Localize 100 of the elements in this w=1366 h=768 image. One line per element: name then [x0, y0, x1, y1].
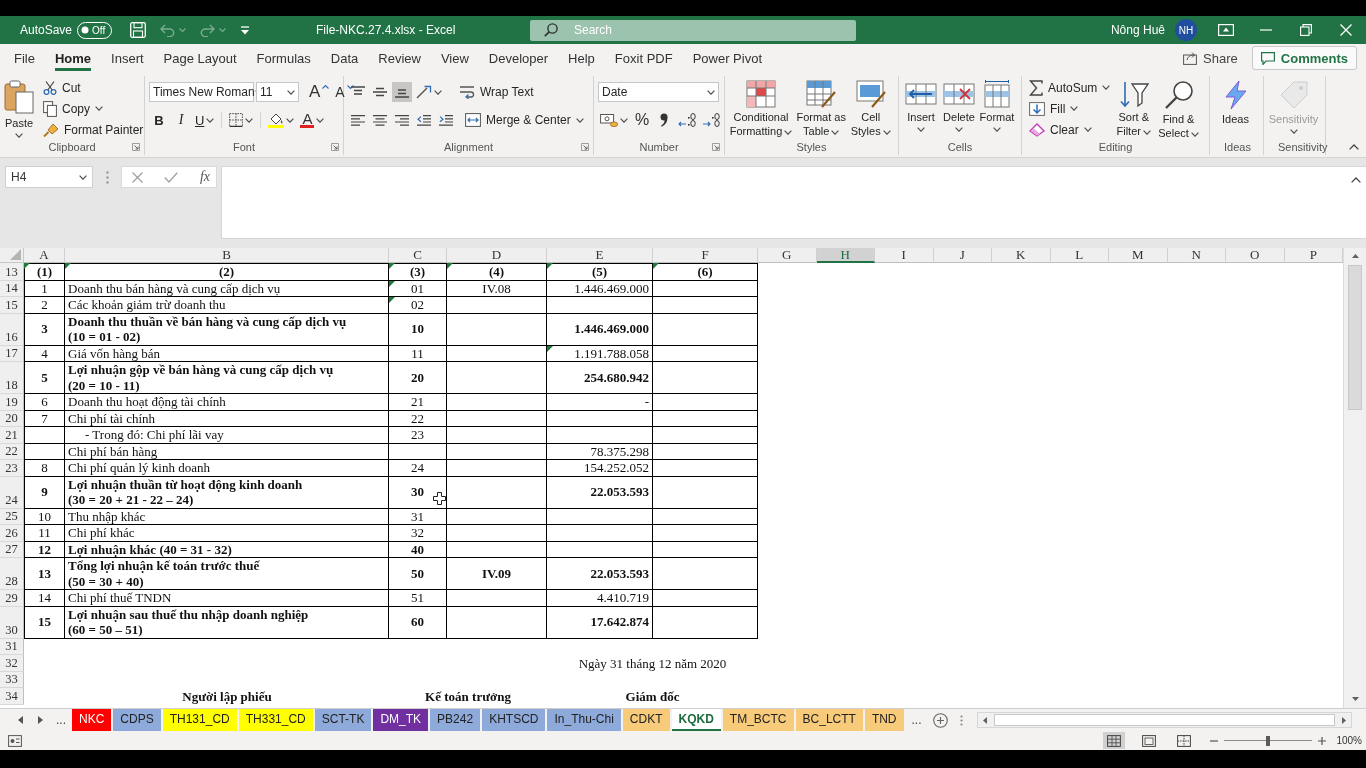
ribbon-tab[interactable]: Power Pivot: [692, 45, 763, 71]
dialog-launcher-button[interactable]: [130, 141, 142, 153]
increase-decimal-button[interactable]: [676, 110, 698, 130]
ribbon-tab[interactable]: File: [14, 45, 35, 71]
sort-filter-button[interactable]: Sort & Filter: [1115, 78, 1153, 138]
scrollbar-thumb[interactable]: [993, 714, 1335, 726]
column-header[interactable]: J: [933, 248, 992, 263]
format-as-table-button[interactable]: Format as Table: [795, 78, 848, 138]
user-avatar[interactable]: NH: [1175, 19, 1197, 41]
cut-button[interactable]: Cut: [40, 77, 147, 98]
sheet-tab[interactable]: CDKT: [622, 709, 670, 731]
comments-button[interactable]: Comments: [1251, 46, 1357, 70]
row-header[interactable]: 13: [0, 263, 24, 281]
increase-font-size-button[interactable]: A: [307, 82, 332, 102]
sheet-tab[interactable]: TND: [864, 709, 904, 731]
bold-button[interactable]: B: [149, 110, 169, 130]
column-header[interactable]: B: [65, 248, 389, 263]
italic-button[interactable]: I: [171, 110, 191, 130]
decrease-decimal-button[interactable]: [700, 110, 722, 130]
column-header[interactable]: O: [1226, 248, 1285, 263]
sheet-tab[interactable]: BC_LCTT: [795, 709, 863, 731]
conditional-formatting-button[interactable]: Conditional Formatting: [729, 78, 793, 138]
column-header[interactable]: I: [875, 248, 934, 263]
row-header[interactable]: 21: [0, 427, 24, 444]
column-header[interactable]: F: [653, 248, 758, 263]
row-header[interactable]: 29: [0, 590, 24, 607]
format-painter-button[interactable]: Format Painter: [40, 119, 147, 140]
sheet-tab[interactable]: TH131_CD: [162, 709, 237, 731]
ribbon-tab[interactable]: Developer: [488, 45, 549, 71]
more-sheets-button[interactable]: ...: [905, 709, 928, 731]
wrap-text-button[interactable]: Wrap Text: [456, 81, 537, 103]
cell-styles-button[interactable]: Cell Styles: [849, 78, 892, 138]
ribbon-tab[interactable]: Page Layout: [163, 45, 237, 71]
number-format-dropdown[interactable]: Date: [598, 82, 719, 102]
ribbon-tab[interactable]: Foxit PDF: [614, 45, 673, 71]
sheet-tab[interactable]: NKC: [72, 709, 112, 731]
row-header[interactable]: 16: [0, 313, 24, 346]
sheet-tab[interactable]: TM_BCTC: [722, 709, 794, 731]
row-header[interactable]: 18: [0, 362, 24, 394]
column-header[interactable]: A: [24, 248, 65, 263]
row-header[interactable]: 19: [0, 394, 24, 411]
dialog-launcher-button[interactable]: [579, 141, 591, 153]
underline-button[interactable]: U: [193, 110, 217, 130]
ribbon-tab[interactable]: Review: [378, 45, 421, 71]
ribbon-tab[interactable]: Help: [568, 45, 595, 71]
column-header[interactable]: N: [1167, 248, 1226, 263]
font-size-dropdown[interactable]: 11: [256, 82, 299, 102]
sheet-tab[interactable]: In_Thu-Chi: [547, 709, 621, 731]
column-header[interactable]: H: [816, 248, 875, 263]
row-header[interactable]: 26: [0, 525, 24, 542]
delete-cells-button[interactable]: Delete: [941, 78, 977, 132]
clear-button[interactable]: Clear: [1026, 119, 1114, 140]
paste-button[interactable]: Paste: [4, 78, 34, 138]
formula-input-field[interactable]: [221, 166, 1366, 239]
column-header[interactable]: M: [1109, 248, 1168, 263]
sheet-tab[interactable]: SCT-TK: [314, 709, 372, 731]
row-header[interactable]: 23: [0, 460, 24, 477]
column-header[interactable]: G: [758, 248, 817, 263]
format-cells-button[interactable]: Format: [979, 78, 1015, 132]
font-name-dropdown[interactable]: Times New Roman: [149, 82, 254, 102]
sheet-tab[interactable]: KQKD: [671, 709, 721, 731]
share-button[interactable]: Share: [1183, 46, 1238, 70]
column-header[interactable]: P: [1284, 248, 1343, 263]
autosum-button[interactable]: AutoSum: [1026, 77, 1114, 98]
dialog-launcher-button[interactable]: [710, 141, 722, 153]
sheet-tab[interactable]: CDPS: [113, 709, 161, 731]
row-header[interactable]: 28: [0, 558, 24, 590]
search-field[interactable]: Search: [530, 19, 856, 41]
column-header[interactable]: L: [1050, 248, 1109, 263]
column-header[interactable]: C: [389, 248, 447, 263]
ribbon-tab[interactable]: Insert: [111, 45, 144, 71]
scrollbar-thumb[interactable]: [1348, 265, 1362, 410]
sheet-tab[interactable]: KHTSCD: [482, 709, 546, 731]
row-header[interactable]: 32: [0, 655, 24, 672]
record-macro-button[interactable]: [7, 732, 23, 749]
copy-button[interactable]: Copy: [40, 98, 147, 119]
sheet-tab[interactable]: DM_TK: [373, 709, 429, 731]
insert-function-button[interactable]: fx: [199, 167, 210, 187]
ideas-button[interactable]: Ideas: [1214, 78, 1257, 126]
ribbon-tab[interactable]: Home: [54, 45, 92, 71]
row-header[interactable]: 24: [0, 476, 24, 509]
more-sheets-button[interactable]: ...: [50, 709, 72, 731]
column-header[interactable]: K: [992, 248, 1051, 263]
bottom-align-button[interactable]: [392, 82, 412, 102]
column-header[interactable]: D: [447, 248, 547, 263]
font-color-button[interactable]: A: [298, 110, 327, 130]
row-header[interactable]: 34: [0, 688, 24, 705]
ribbon-tab[interactable]: View: [440, 45, 469, 71]
ribbon-tab[interactable]: Data: [330, 45, 359, 71]
sheet-tab[interactable]: PB242: [430, 709, 481, 731]
merge-center-button[interactable]: Merge & Center: [462, 109, 587, 131]
find-select-button[interactable]: Find & Select: [1154, 78, 1203, 140]
dialog-launcher-button[interactable]: [329, 141, 341, 153]
decrease-font-size-button[interactable]: A: [333, 82, 356, 102]
row-header[interactable]: 15: [0, 297, 24, 314]
insert-cells-button[interactable]: Insert: [903, 78, 939, 132]
percent-style-button[interactable]: %: [632, 110, 652, 130]
row-header[interactable]: 30: [0, 606, 24, 639]
name-box[interactable]: H4: [5, 166, 93, 188]
zoom-level[interactable]: 100%: [1336, 735, 1362, 746]
